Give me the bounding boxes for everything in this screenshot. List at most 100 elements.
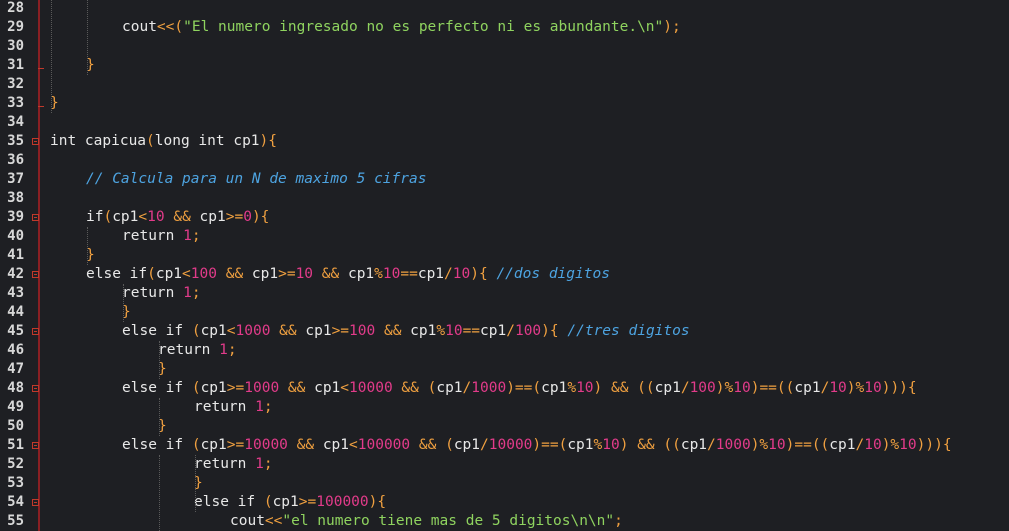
code-text: // Calcula para un N de maximo 5 cifras xyxy=(86,170,426,189)
line-number: 42 xyxy=(7,266,24,282)
code-token: ( xyxy=(191,380,201,396)
code-line[interactable]: 35 int capicua(long int cp1){ xyxy=(0,132,1009,151)
code-token: < xyxy=(349,437,358,453)
code-token: && xyxy=(313,266,348,282)
code-token: // Calcula para un N de maximo 5 cifras xyxy=(86,171,427,187)
code-token: < xyxy=(340,380,350,396)
line-number: 30 xyxy=(7,38,24,54)
code-token: >= xyxy=(225,209,244,225)
code-token: cp1 xyxy=(200,437,227,453)
code-line[interactable]: 51 else if (cp1>=10000 && cp1<100000 && (… xyxy=(0,436,1009,455)
code-token: cp1 xyxy=(453,437,481,453)
code-token: return xyxy=(194,456,256,472)
code-token: ( xyxy=(191,437,201,453)
code-line[interactable]: 31} xyxy=(0,56,1009,75)
fold-end-marker xyxy=(38,106,44,107)
fold-toggle-icon[interactable] xyxy=(32,214,39,221)
line-number: 36 xyxy=(7,152,24,168)
code-token: ( xyxy=(146,133,155,149)
line-number: 38 xyxy=(7,190,24,206)
code-line[interactable]: 44} xyxy=(0,303,1009,322)
code-token: ; xyxy=(614,513,623,529)
code-line[interactable]: 45 else if (cp1<1000 && cp1>=100 && cp1%1… xyxy=(0,322,1009,341)
code-token: && xyxy=(375,323,411,339)
line-number: 39 xyxy=(7,209,24,225)
code-token: 10 xyxy=(147,209,165,225)
code-line[interactable]: 55 cout<<"el numero tiene mas de 5 digito… xyxy=(0,512,1009,531)
code-line[interactable]: 50} xyxy=(0,417,1009,436)
line-number: 44 xyxy=(7,304,24,320)
code-token: return xyxy=(158,342,220,358)
code-token: && ( xyxy=(392,380,437,396)
code-token: ) && (( xyxy=(619,437,681,453)
code-token: return xyxy=(194,399,256,415)
code-token: ); xyxy=(663,19,681,35)
code-line[interactable]: 28 xyxy=(0,0,1009,18)
fold-toggle-icon[interactable] xyxy=(32,442,39,449)
code-token: ( xyxy=(191,323,201,339)
code-token: )==( xyxy=(532,437,568,453)
indent-guide xyxy=(87,227,88,265)
code-line[interactable]: 52 return 1; xyxy=(0,455,1009,474)
code-line[interactable]: 34 xyxy=(0,113,1009,132)
code-line[interactable]: 39 if(cp1<10 && cp1>=0){ xyxy=(0,208,1009,227)
line-number: 35 xyxy=(7,133,24,149)
code-token: ){ xyxy=(259,133,278,149)
code-token: else if xyxy=(122,323,192,339)
code-text: int capicua(long int cp1){ xyxy=(50,132,277,151)
code-line[interactable]: 37 // Calcula para un N de maximo 5 cifra… xyxy=(0,170,1009,189)
code-token: cp1 xyxy=(200,323,227,339)
code-line[interactable]: 53} xyxy=(0,474,1009,493)
code-token: )==(( xyxy=(785,437,830,453)
code-token: % xyxy=(436,323,446,339)
line-number: 55 xyxy=(7,513,24,529)
code-token: 10 xyxy=(576,380,594,396)
line-number: 43 xyxy=(7,285,24,301)
code-token: 1000 xyxy=(244,380,280,396)
code-line[interactable]: 46 return 1; xyxy=(0,341,1009,360)
code-line[interactable]: 54 else if (cp1>=100000){ xyxy=(0,493,1009,512)
code-line[interactable]: 40 return 1; xyxy=(0,227,1009,246)
code-token: 100 xyxy=(514,323,542,339)
fold-toggle-icon[interactable] xyxy=(32,328,39,335)
code-line[interactable]: 36 xyxy=(0,151,1009,170)
code-token: else if xyxy=(122,380,192,396)
code-token: 100 xyxy=(689,380,716,396)
fold-toggle-icon[interactable] xyxy=(32,385,39,392)
code-token: cp1 xyxy=(794,380,821,396)
code-editor[interactable]: 28 29 cout<<("El numero ingresado no es pe… xyxy=(0,0,1009,531)
code-token: < xyxy=(182,266,191,282)
line-number: 28 xyxy=(7,0,24,16)
code-token: ; xyxy=(263,399,273,415)
code-token: 10 xyxy=(768,437,786,453)
fold-toggle-icon[interactable] xyxy=(32,138,39,145)
code-token: int xyxy=(50,133,85,149)
line-number: 33 xyxy=(7,95,24,111)
line-number: 45 xyxy=(7,323,24,339)
code-line[interactable]: 49 return 1; xyxy=(0,398,1009,417)
code-line[interactable]: 29 cout<<("El numero ingresado no es perf… xyxy=(0,18,1009,37)
code-token: >= xyxy=(226,437,245,453)
code-token: 10 xyxy=(445,323,463,339)
fold-toggle-icon[interactable] xyxy=(32,499,39,506)
fold-toggle-icon[interactable] xyxy=(32,271,39,278)
code-line[interactable]: 32 xyxy=(0,75,1009,94)
code-line[interactable]: 41} xyxy=(0,246,1009,265)
code-text: return 1; xyxy=(194,398,273,417)
code-line[interactable]: 38 xyxy=(0,189,1009,208)
code-line[interactable]: 33} xyxy=(0,94,1009,113)
code-text: cout<<"el numero tiene mas de 5 digitos\… xyxy=(230,512,623,531)
indent-guide xyxy=(195,455,196,512)
code-text: else if (cp1>=100000){ xyxy=(194,493,386,512)
code-token: cp1 xyxy=(480,323,507,339)
code-text: if(cp1<10 && cp1>=0){ xyxy=(86,208,269,227)
code-line[interactable]: 47} xyxy=(0,360,1009,379)
code-token: cp1 xyxy=(305,323,332,339)
code-token: >= xyxy=(331,323,350,339)
code-line[interactable]: 43 return 1; xyxy=(0,284,1009,303)
code-line[interactable]: 42 else if(cp1<100 && cp1>=10 && cp1%10==… xyxy=(0,265,1009,284)
code-token: //dos digitos xyxy=(496,266,610,282)
code-line[interactable]: 30 xyxy=(0,37,1009,56)
code-token: && xyxy=(216,266,252,282)
code-line[interactable]: 48 else if (cp1>=1000 && cp1<10000 && (cp… xyxy=(0,379,1009,398)
